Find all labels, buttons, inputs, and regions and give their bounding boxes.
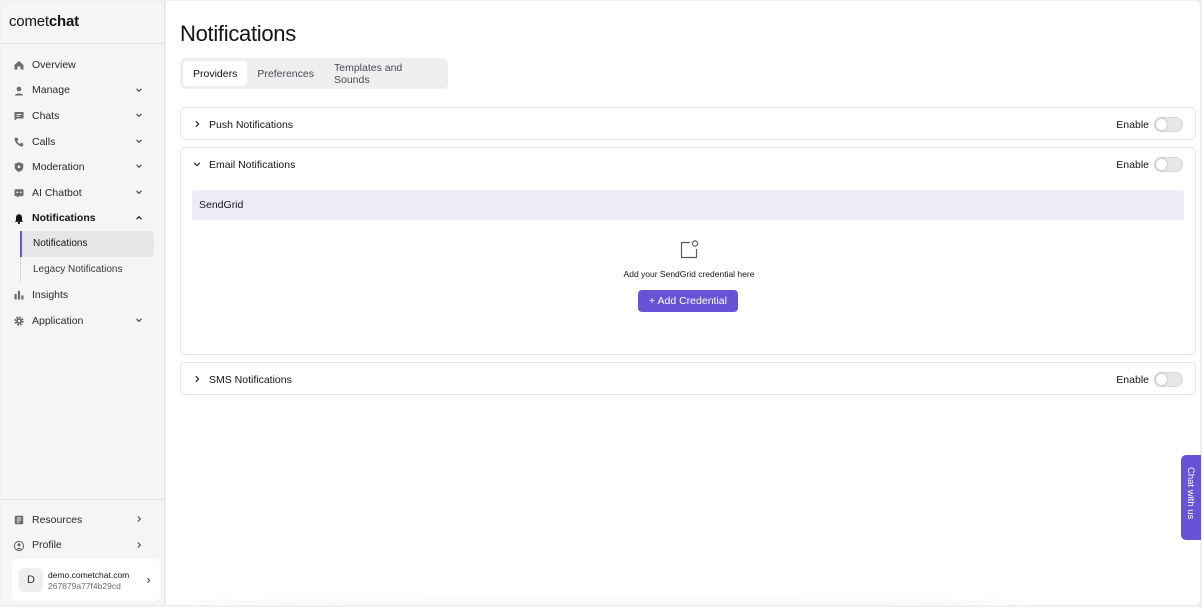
provider-row-sendgrid: SendGrid	[192, 190, 1184, 220]
sidebar-item-label: Resources	[32, 513, 83, 526]
page-title: Notifications	[180, 21, 296, 46]
sidebar-item-label: Manage	[32, 84, 70, 97]
sidebar-item-label: Notifications	[32, 212, 96, 225]
sidebar-item-resources[interactable]: Resources	[1, 507, 165, 533]
chevron-right-icon	[137, 516, 142, 522]
phone-icon	[13, 136, 25, 148]
sms-notifications-header[interactable]: SMS Notifications Enable	[181, 363, 1195, 395]
sidebar-subitem-notifications[interactable]: Notifications	[20, 231, 154, 257]
tab-bar: Providers Preferences Templates and Soun…	[180, 58, 448, 89]
sidebar-item-overview[interactable]: Overview	[1, 52, 165, 78]
empty-state-text: Add your SendGrid credential here	[623, 269, 755, 279]
app-id: 267879a77f4b29cd	[48, 581, 121, 591]
panel-title: SMS Notifications	[209, 374, 292, 386]
sidebar-bottom-nav: Resources Profile	[1, 507, 165, 558]
divider	[1, 43, 165, 44]
email-notifications-header[interactable]: Email Notifications Enable	[181, 148, 1195, 180]
app: cometchat Overview Manage Chats Calls Mo…	[0, 0, 1202, 607]
chevron-down-icon	[136, 139, 142, 143]
page-bottom-shadow	[190, 596, 1030, 606]
chevron-down-icon	[136, 318, 142, 323]
tab-templates-and-sounds[interactable]: Templates and Sounds	[324, 61, 445, 86]
logo-text-bold: chat	[48, 13, 79, 30]
sms-notifications-panel: SMS Notifications Enable	[180, 362, 1196, 395]
app-switcher-card[interactable]: D demo.cometchat.com 267879a77f4b29cd	[12, 559, 160, 601]
chevron-down-icon	[136, 88, 142, 92]
email-notifications-panel: Email Notifications Enable SendGrid Add …	[180, 147, 1196, 355]
sidebar-nav: Overview Manage Chats Calls Moderation A…	[1, 52, 165, 334]
bell-icon	[13, 213, 25, 225]
chevron-down-icon	[193, 162, 201, 167]
sms-enable-toggle[interactable]	[1154, 372, 1183, 387]
sidebar-subitem-label: Notifications	[33, 238, 88, 250]
logo-text-light: comet	[9, 13, 49, 30]
sidebar-item-notifications[interactable]: Notifications	[1, 206, 165, 232]
bot-icon	[13, 187, 25, 199]
sidebar-item-label: Insights	[32, 289, 69, 302]
main-content: Notifications Providers Preferences Temp…	[166, 1, 1200, 605]
book-icon	[13, 514, 25, 526]
push-notifications-panel: Push Notifications Enable	[180, 107, 1196, 140]
avatar: D	[19, 568, 43, 592]
sidebar-item-insights[interactable]: Insights	[1, 282, 165, 308]
tab-preferences[interactable]: Preferences	[247, 61, 324, 86]
panel-title: Push Notifications	[209, 119, 294, 131]
chevron-right-icon	[137, 541, 142, 548]
sidebar: cometchat Overview Manage Chats Calls Mo…	[1, 1, 165, 605]
sidebar-subitem-legacy-notifications[interactable]: Legacy Notifications	[1, 256, 165, 283]
chevron-up-icon	[136, 215, 142, 220]
chevron-right-icon	[195, 375, 200, 383]
toggle-knob	[1156, 159, 1167, 170]
shield-icon	[13, 161, 25, 173]
email-enable-toggle[interactable]	[1154, 157, 1183, 172]
sidebar-subitem-label: Legacy Notifications	[33, 263, 123, 275]
sidebar-item-moderation[interactable]: Moderation	[1, 154, 165, 180]
home-icon	[13, 59, 25, 71]
gear-icon	[13, 315, 25, 327]
chevron-right-icon	[147, 577, 151, 584]
app-domain: demo.cometchat.com	[48, 570, 130, 580]
chat-with-us-button[interactable]: Chat with us	[1181, 455, 1201, 540]
sidebar-item-chats[interactable]: Chats	[1, 103, 165, 129]
chat-icon	[13, 110, 25, 122]
sidebar-item-ai-chatbot[interactable]: AI Chatbot	[1, 180, 165, 206]
enable-label: Enable	[1116, 374, 1149, 386]
add-credential-icon	[680, 240, 699, 259]
push-enable-toggle[interactable]	[1154, 117, 1183, 132]
toggle-knob	[1156, 374, 1167, 385]
chevron-right-icon	[195, 120, 200, 128]
sidebar-item-label: Profile	[32, 539, 62, 552]
enable-label: Enable	[1116, 159, 1149, 171]
chevron-down-icon	[136, 113, 142, 118]
user-icon	[13, 85, 25, 97]
sidebar-item-calls[interactable]: Calls	[1, 129, 165, 155]
profile-icon	[13, 540, 25, 552]
sidebar-item-label: Calls	[32, 135, 56, 148]
toggle-knob	[1156, 119, 1167, 130]
sidebar-item-label: AI Chatbot	[32, 186, 82, 199]
chart-icon	[13, 289, 25, 301]
chevron-down-icon	[136, 164, 142, 169]
sidebar-item-manage[interactable]: Manage	[1, 78, 165, 104]
push-notifications-header[interactable]: Push Notifications Enable	[181, 108, 1195, 140]
panel-title: Email Notifications	[209, 159, 296, 171]
sidebar-item-label: Overview	[32, 58, 76, 71]
provider-name: SendGrid	[199, 199, 244, 211]
sidebar-item-label: Chats	[32, 109, 60, 122]
sidebar-item-label: Application	[32, 314, 84, 327]
add-credential-button[interactable]: + Add Credential	[638, 290, 738, 312]
sidebar-item-profile[interactable]: Profile	[1, 533, 165, 559]
divider	[1, 499, 165, 500]
tab-providers[interactable]: Providers	[183, 61, 248, 86]
cometchat-logo[interactable]: cometchat	[9, 13, 79, 30]
enable-label: Enable	[1116, 119, 1149, 131]
sidebar-item-application[interactable]: Application	[1, 308, 165, 334]
chevron-down-icon	[136, 190, 142, 195]
sidebar-item-label: Moderation	[32, 161, 85, 174]
subnav-rail	[20, 256, 21, 283]
chat-with-us-label: Chat with us	[1185, 467, 1196, 520]
